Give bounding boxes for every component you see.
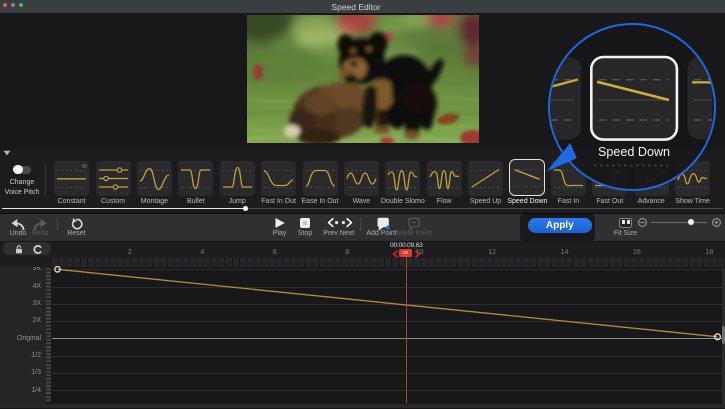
svg-text:Speed Down: Speed Down (598, 145, 670, 159)
